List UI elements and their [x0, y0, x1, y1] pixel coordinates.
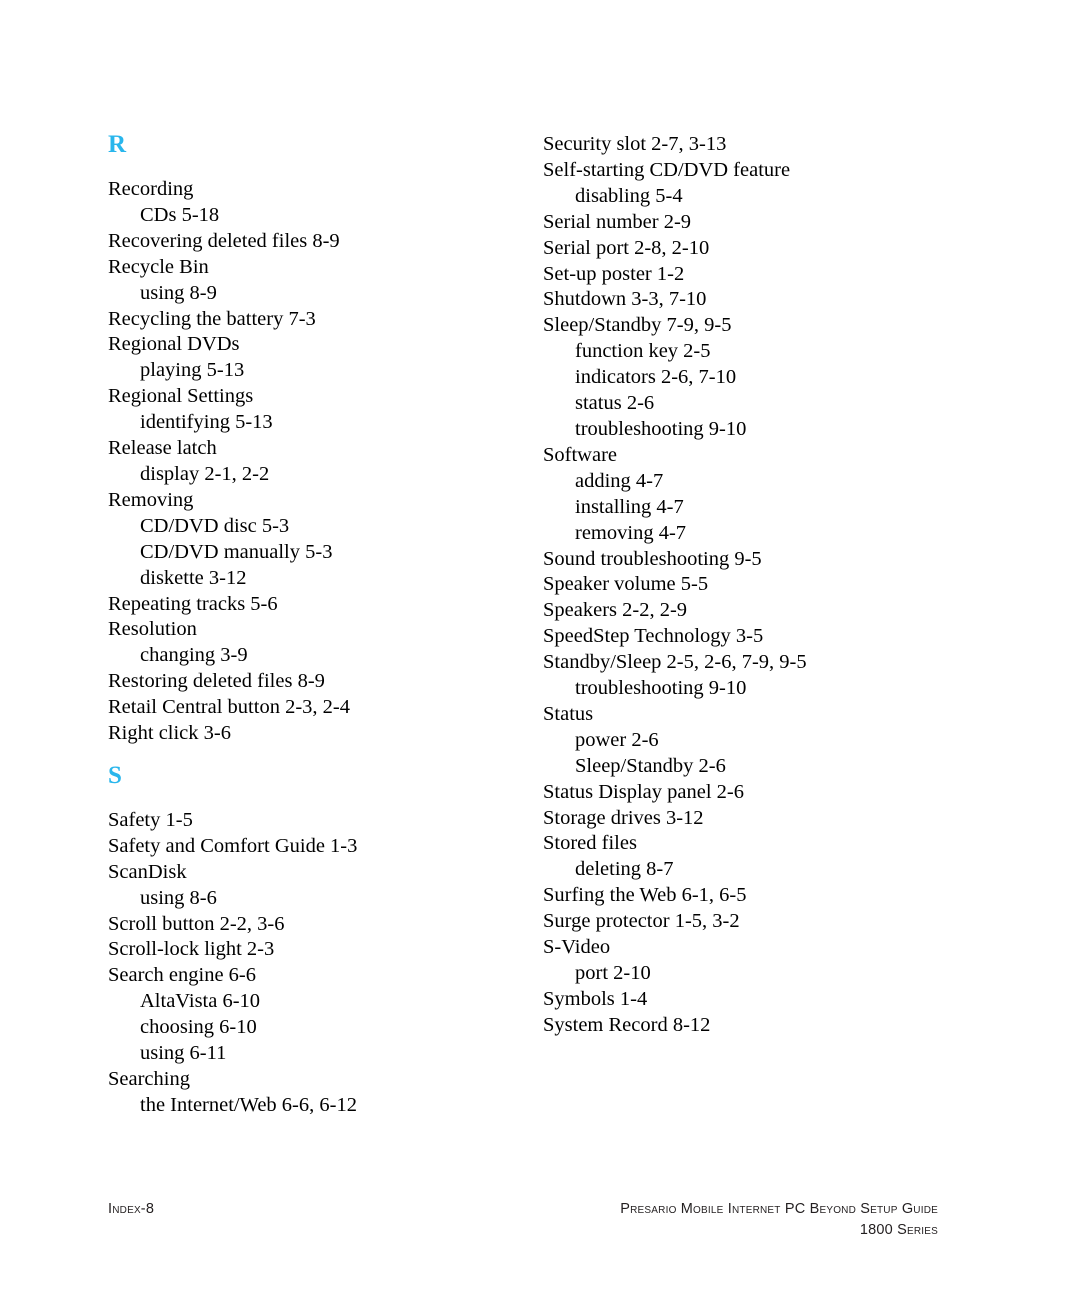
index-subentry: power 2-6 — [575, 728, 659, 751]
index-entry: Repeating tracks 5-6 — [108, 592, 278, 615]
index-entry: Surfing the Web 6-1, 6-5 — [543, 884, 747, 907]
index-entry: Software — [543, 443, 618, 466]
index-subentry: CD/DVD manually 5-3 — [140, 540, 333, 563]
index-entry: Regional Settings — [108, 385, 254, 408]
index-entry: Security slot 2-7, 3-13 — [543, 133, 727, 155]
index-subentry: status 2-6 — [575, 392, 655, 415]
index-entry: Serial number 2-9 — [543, 210, 692, 233]
index-subentry: troubleshooting 9-10 — [575, 677, 747, 700]
index-columns: R Recording CDs 5-18 Recovering deleted fil… — [108, 132, 972, 1119]
index-entry: Recording — [108, 178, 194, 200]
index-entry: System Record 8-12 — [543, 1013, 711, 1036]
page-footer: Index-8 Presario Mobile Internet PC Beyo… — [108, 1199, 938, 1241]
index-entry: Restoring deleted files 8-9 — [108, 670, 325, 693]
index-entry: Retail Central button 2-3, 2-4 — [108, 696, 350, 719]
index-entry: Recycle Bin — [108, 255, 209, 278]
index-entry-list: Safety 1-5 Safety and Comfort Guide 1-3 Sc… — [108, 808, 537, 1119]
index-entry: Sound troubleshooting 9-5 — [543, 547, 762, 570]
index-subentry: indicators 2-6, 7-10 — [575, 366, 737, 389]
index-entry-list: Recording CDs 5-18 Recovering deleted file… — [108, 177, 537, 747]
index-entry: Standby/Sleep 2-5, 2-6, 7-9, 9-5 — [543, 651, 807, 674]
index-subentry: identifying 5-13 — [140, 411, 273, 434]
index-entry: Speakers 2-2, 2-9 — [543, 599, 688, 622]
index-entry: Sleep/Standby 7-9, 9-5 — [543, 314, 732, 337]
index-subentry: deleting 8-7 — [575, 858, 674, 881]
index-entry: Scroll-lock light 2-3 — [108, 938, 275, 961]
footer-guide-info: Presario Mobile Internet PC Beyond Setup… — [620, 1199, 938, 1241]
index-entry: Shutdown 3-3, 7-10 — [543, 288, 707, 311]
index-entry: Removing — [108, 488, 194, 511]
index-entry: Right click 3-6 — [108, 722, 231, 745]
index-entry: Recycling the battery 7-3 — [108, 307, 316, 330]
index-entry: Regional DVDs — [108, 333, 240, 356]
index-subentry: CD/DVD disc 5-3 — [140, 514, 290, 537]
index-entry: Safety and Comfort Guide 1-3 — [108, 834, 358, 857]
index-section: R Recording CDs 5-18 Recovering deleted fil… — [108, 132, 537, 747]
index-entry: Release latch — [108, 437, 217, 460]
index-subentry: using 8-9 — [140, 281, 217, 304]
index-entry: Status — [543, 702, 594, 725]
index-entry: Search engine 6-6 — [108, 964, 256, 987]
footer-guide-title: Presario Mobile Internet PC Beyond Setup… — [620, 1201, 938, 1217]
footer-page-label: Index-8 — [108, 1201, 155, 1217]
index-column-right: Security slot 2-7, 3-13 Self-starting CD/… — [543, 132, 972, 1039]
index-entry: Scroll button 2-2, 3-6 — [108, 912, 285, 935]
index-subentry: display 2-1, 2-2 — [140, 462, 270, 485]
index-entry: SpeedStep Technology 3-5 — [543, 625, 764, 648]
index-subentry: port 2-10 — [575, 962, 651, 984]
index-subentry: using 8-6 — [140, 886, 217, 909]
index-entry: Safety 1-5 — [108, 808, 193, 831]
index-subentry: disabling 5-4 — [575, 184, 683, 207]
index-subentry: troubleshooting 9-10 — [575, 417, 747, 440]
index-subentry: changing 3-9 — [140, 644, 248, 667]
index-entry: Set-up poster 1-2 — [543, 262, 685, 285]
index-subentry: CDs 5-18 — [140, 203, 220, 226]
index-subentry: installing 4-7 — [575, 495, 684, 518]
index-subentry: Sleep/Standby 2-6 — [575, 754, 726, 777]
index-entry: Searching — [108, 1068, 190, 1090]
index-entry: ScanDisk — [108, 860, 187, 883]
section-letter-heading: S — [108, 761, 122, 789]
index-entry: S-Video — [543, 936, 611, 959]
index-subentry: function key 2-5 — [575, 340, 711, 363]
index-entry: Stored files — [543, 832, 637, 855]
index-subentry: using 6-11 — [140, 1042, 227, 1065]
footer-series: 1800 Series — [859, 1222, 938, 1238]
index-entry: Recovering deleted files 8-9 — [108, 229, 340, 252]
index-entry: Storage drives 3-12 — [543, 806, 704, 829]
index-section: Security slot 2-7, 3-13 Self-starting CD/… — [543, 132, 972, 1039]
index-entry: Self-starting CD/DVD feature — [543, 158, 791, 181]
index-subentry: AltaVista 6-10 — [140, 990, 261, 1013]
index-entry: Serial port 2-8, 2-10 — [543, 236, 710, 259]
index-entry: Speaker volume 5-5 — [543, 573, 709, 596]
index-subentry: removing 4-7 — [575, 521, 687, 544]
index-subentry: choosing 6-10 — [140, 1016, 257, 1039]
index-subentry: playing 5-13 — [140, 359, 245, 382]
index-subentry: diskette 3-12 — [140, 566, 247, 589]
index-subentry: adding 4-7 — [575, 469, 664, 492]
index-subentry: the Internet/Web 6-6, 6-12 — [140, 1093, 357, 1116]
index-entry: Resolution — [108, 618, 197, 641]
index-entry: Status Display panel 2-6 — [543, 780, 744, 803]
index-entry-list: Security slot 2-7, 3-13 Self-starting CD/… — [543, 132, 972, 1039]
index-page: R Recording CDs 5-18 Recovering deleted fil… — [0, 0, 1080, 1296]
index-entry: Surge protector 1-5, 3-2 — [543, 910, 740, 933]
index-column-left: R Recording CDs 5-18 Recovering deleted fil… — [108, 132, 537, 1119]
index-entry: Symbols 1-4 — [543, 987, 648, 1010]
index-section: S Safety 1-5 Safety and Comfort Guide 1-3 S… — [108, 763, 537, 1119]
section-letter-heading: R — [108, 131, 127, 158]
